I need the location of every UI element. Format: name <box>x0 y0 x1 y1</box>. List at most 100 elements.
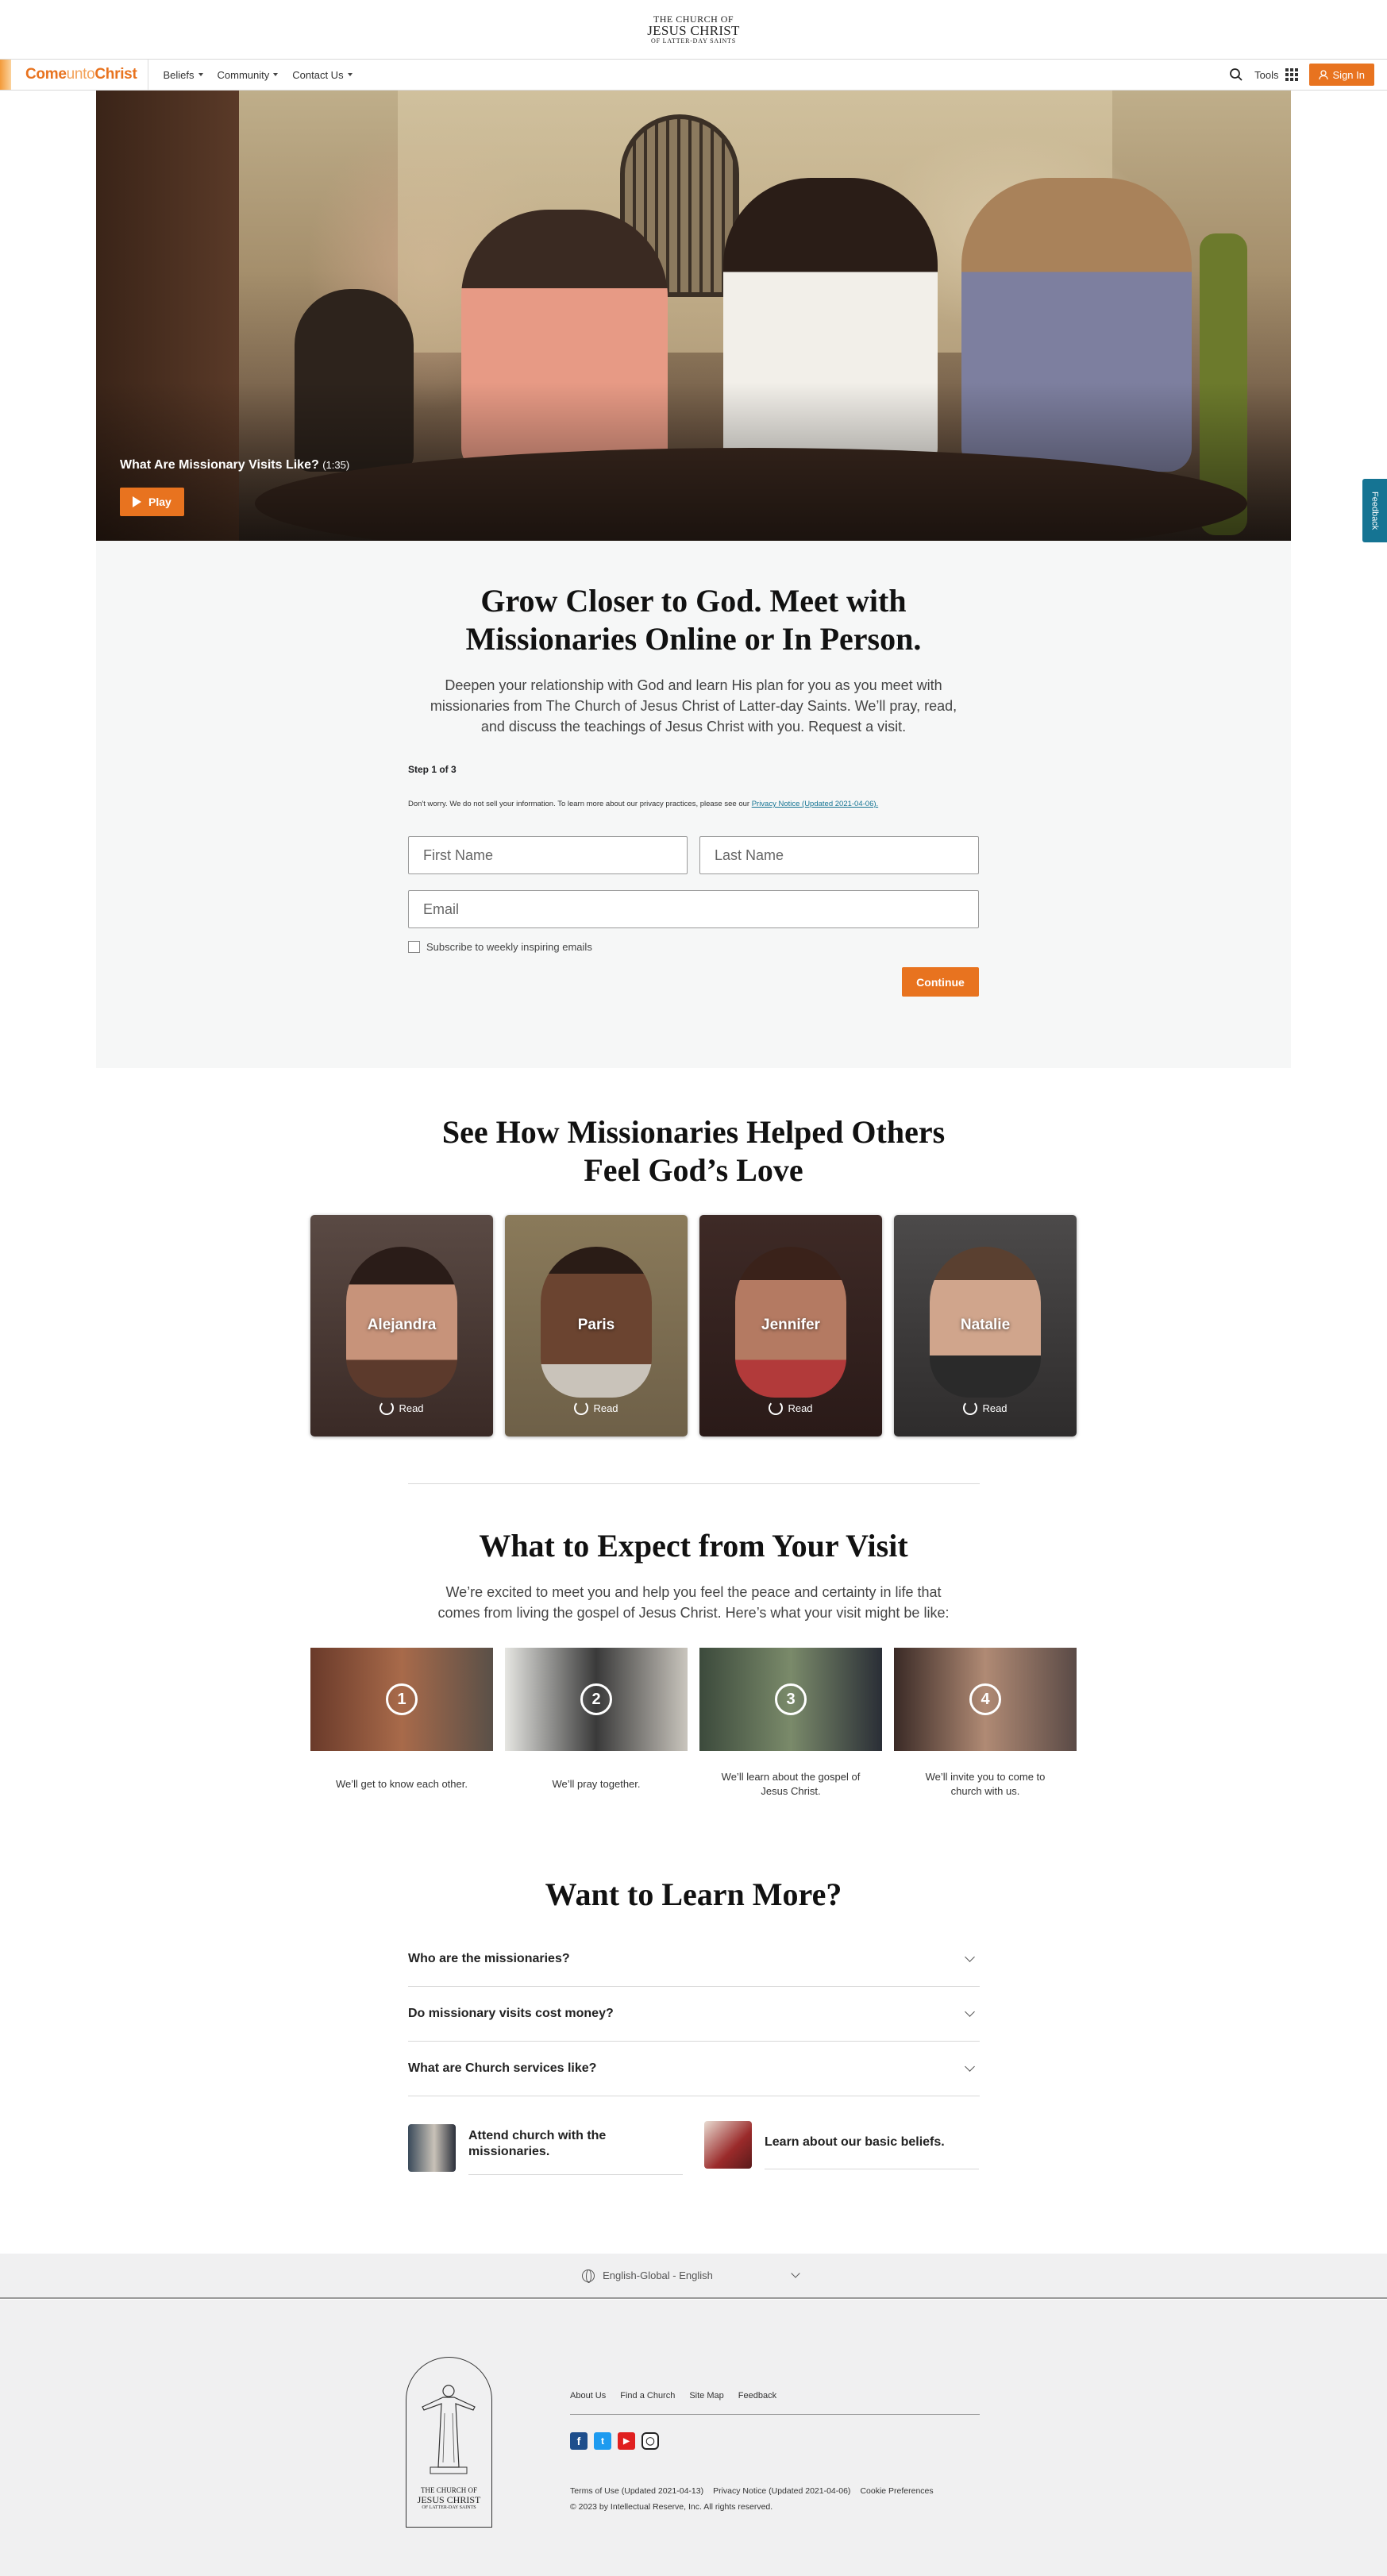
hero-video[interactable]: What Are Missionary Visits Like? (1:35) … <box>96 91 1291 541</box>
lead-line: missionaries from The Church of Jesus Ch… <box>430 698 957 715</box>
story-card-natalie[interactable]: Natalie Read <box>894 1215 1077 1436</box>
section-divider <box>408 1483 980 1484</box>
step-number-badge: 3 <box>775 1683 807 1715</box>
footer-link-about-us[interactable]: About Us <box>570 2391 606 2401</box>
first-name-placeholder: First Name <box>423 846 494 863</box>
promo-line: missionaries. <box>468 2145 550 2158</box>
caption-line: church with us. <box>950 1784 1020 1797</box>
nav-item-community[interactable]: Community <box>218 69 279 81</box>
read-label: Read <box>399 1402 424 1414</box>
story-card-jennifer[interactable]: Jennifer Read <box>699 1215 882 1436</box>
lead-line: Deepen your relationship with God and le… <box>445 677 942 693</box>
cookie-preferences-link[interactable]: Cookie Preferences <box>860 2486 933 2496</box>
faq-item-cost[interactable]: Do missionary visits cost money? <box>408 1987 980 2042</box>
sign-in-label: Sign In <box>1332 68 1365 81</box>
hero-duration: (1:35) <box>322 459 350 471</box>
story-read-link[interactable]: Read <box>310 1401 493 1415</box>
read-label: Read <box>982 1402 1008 1414</box>
story-name: Paris <box>577 1317 615 1333</box>
continue-button[interactable]: Continue <box>902 967 979 997</box>
youtube-icon[interactable]: ▶ <box>618 2432 635 2450</box>
promo-text: Learn about our basic beliefs. <box>765 2120 979 2169</box>
story-card-paris[interactable]: Paris Read <box>505 1215 688 1436</box>
subscribe-row: Subscribe to weekly inspiring emails <box>408 941 592 953</box>
play-label: Play <box>148 496 171 508</box>
terms-of-use-link[interactable]: Terms of Use (Updated 2021-04-13) <box>570 2486 703 2496</box>
sign-in-button[interactable]: Sign In <box>1308 64 1374 86</box>
read-label: Read <box>593 1402 618 1414</box>
search-icon[interactable] <box>1229 67 1243 82</box>
seal-line-2: JESUS CHRIST <box>417 2493 481 2505</box>
tools-menu[interactable]: Tools <box>1254 68 1298 81</box>
person-icon <box>1318 69 1328 79</box>
promo-line: Learn about our basic beliefs. <box>765 2135 945 2149</box>
privacy-notice-footer-link[interactable]: Privacy Notice (Updated 2021-04-06) <box>713 2486 850 2496</box>
twitter-icon[interactable]: t <box>594 2432 611 2450</box>
main-nav: Come unto Christ Beliefs Community Contact… <box>0 59 1387 91</box>
promo-attend-church[interactable]: Attend church with the missionaries. <box>408 2120 683 2175</box>
last-name-field[interactable]: Last Name <box>699 836 979 874</box>
tools-label: Tools <box>1254 68 1279 81</box>
hero-caption: What Are Missionary Visits Like? (1:35) <box>120 458 349 472</box>
promo-thumbnail <box>408 2123 456 2172</box>
church-logo[interactable]: THE CHURCH OF JESUS CHRIST OF LATTER-DAY… <box>647 13 740 45</box>
feedback-tab[interactable]: Feedback <box>1362 479 1387 542</box>
caret-down-icon <box>347 73 353 76</box>
story-read-link[interactable]: Read <box>505 1401 688 1415</box>
step-caption-1: We’ll get to know each other. <box>310 1777 493 1791</box>
email-field[interactable]: Email <box>408 890 979 928</box>
caret-down-icon <box>198 73 203 76</box>
caption-line: Jesus Christ. <box>761 1784 821 1797</box>
lead-line: comes from living the gospel of Jesus Ch… <box>437 1605 950 1622</box>
privacy-notice-link[interactable]: Privacy Notice (Updated 2021-04-06). <box>752 800 878 808</box>
subscribe-checkbox[interactable] <box>408 941 420 953</box>
brand-part-2: unto <box>66 66 95 83</box>
brand-part-3: Christ <box>94 66 137 83</box>
refresh-icon <box>379 1401 395 1415</box>
footer-link-feedback[interactable]: Feedback <box>738 2391 776 2401</box>
nav-label: Community <box>217 68 270 81</box>
faq-question: Who are the missionaries? <box>408 1952 570 1965</box>
story-read-link[interactable]: Read <box>699 1401 882 1415</box>
nav-item-beliefs[interactable]: Beliefs <box>163 69 203 81</box>
step-number-badge: 4 <box>969 1683 1001 1715</box>
come-unto-christ-logo[interactable]: Come unto Christ <box>0 60 149 90</box>
facebook-icon[interactable]: f <box>570 2432 588 2450</box>
faq-item-missionaries[interactable]: Who are the missionaries? <box>408 1932 980 1987</box>
language-selector[interactable]: English-Global - English <box>0 2254 1387 2299</box>
footer-link-site-map[interactable]: Site Map <box>689 2391 723 2401</box>
title-line: See How Missionaries Helped Others <box>441 1114 946 1150</box>
step-caption-3: We’ll learn about the gospel of Jesus Chr… <box>699 1770 882 1798</box>
request-visit-lead: Deepen your relationship with God and le… <box>0 675 1387 737</box>
story-read-link[interactable]: Read <box>894 1401 1077 1415</box>
step-number-badge: 1 <box>386 1683 418 1715</box>
instagram-icon[interactable]: ◯ <box>641 2432 659 2450</box>
story-card-alejandra[interactable]: Alejandra Read <box>310 1215 493 1436</box>
footer-link-find-a-church[interactable]: Find a Church <box>620 2391 675 2401</box>
chevron-down-icon <box>791 2269 800 2278</box>
step-photo-3: 3 <box>699 1648 882 1751</box>
privacy-text: Don't worry. We do not sell your informa… <box>408 800 750 808</box>
chevron-down-icon <box>965 2007 975 2017</box>
promo-text: Attend church with the missionaries. <box>468 2120 683 2175</box>
nav-item-contact-us[interactable]: Contact Us <box>292 68 353 81</box>
email-placeholder: Email <box>423 900 460 917</box>
story-name: Jennifer <box>761 1317 820 1333</box>
refresh-icon <box>574 1401 589 1415</box>
caption-line: We’ll invite you to come to <box>925 1771 1046 1783</box>
story-name: Natalie <box>960 1317 1011 1333</box>
play-button[interactable]: Play <box>120 488 184 516</box>
first-name-field[interactable]: First Name <box>408 836 688 874</box>
caption-line: We’ll learn about the gospel of <box>721 1771 861 1783</box>
promo-line: Attend church with the <box>468 2129 607 2142</box>
apps-grid-icon <box>1285 68 1298 81</box>
legal-links: Terms of Use (Updated 2021-04-13) Privacy… <box>570 2484 943 2516</box>
nav-label: Contact Us <box>292 68 344 81</box>
church-seal-logo[interactable]: THE CHURCH OF JESUS CHRIST OF LATTER-DAY… <box>406 2357 492 2528</box>
lead-line: We’re excited to meet you and help you f… <box>445 1584 942 1600</box>
language-label: English-Global - English <box>603 2269 713 2281</box>
caption-line: We’ll get to know each other. <box>336 1778 468 1790</box>
faq-item-services[interactable]: What are Church services like? <box>408 2042 980 2096</box>
hero-caption-text: What Are Missionary Visits Like? <box>120 458 319 472</box>
promo-basic-beliefs[interactable]: Learn about our basic beliefs. <box>704 2120 979 2169</box>
